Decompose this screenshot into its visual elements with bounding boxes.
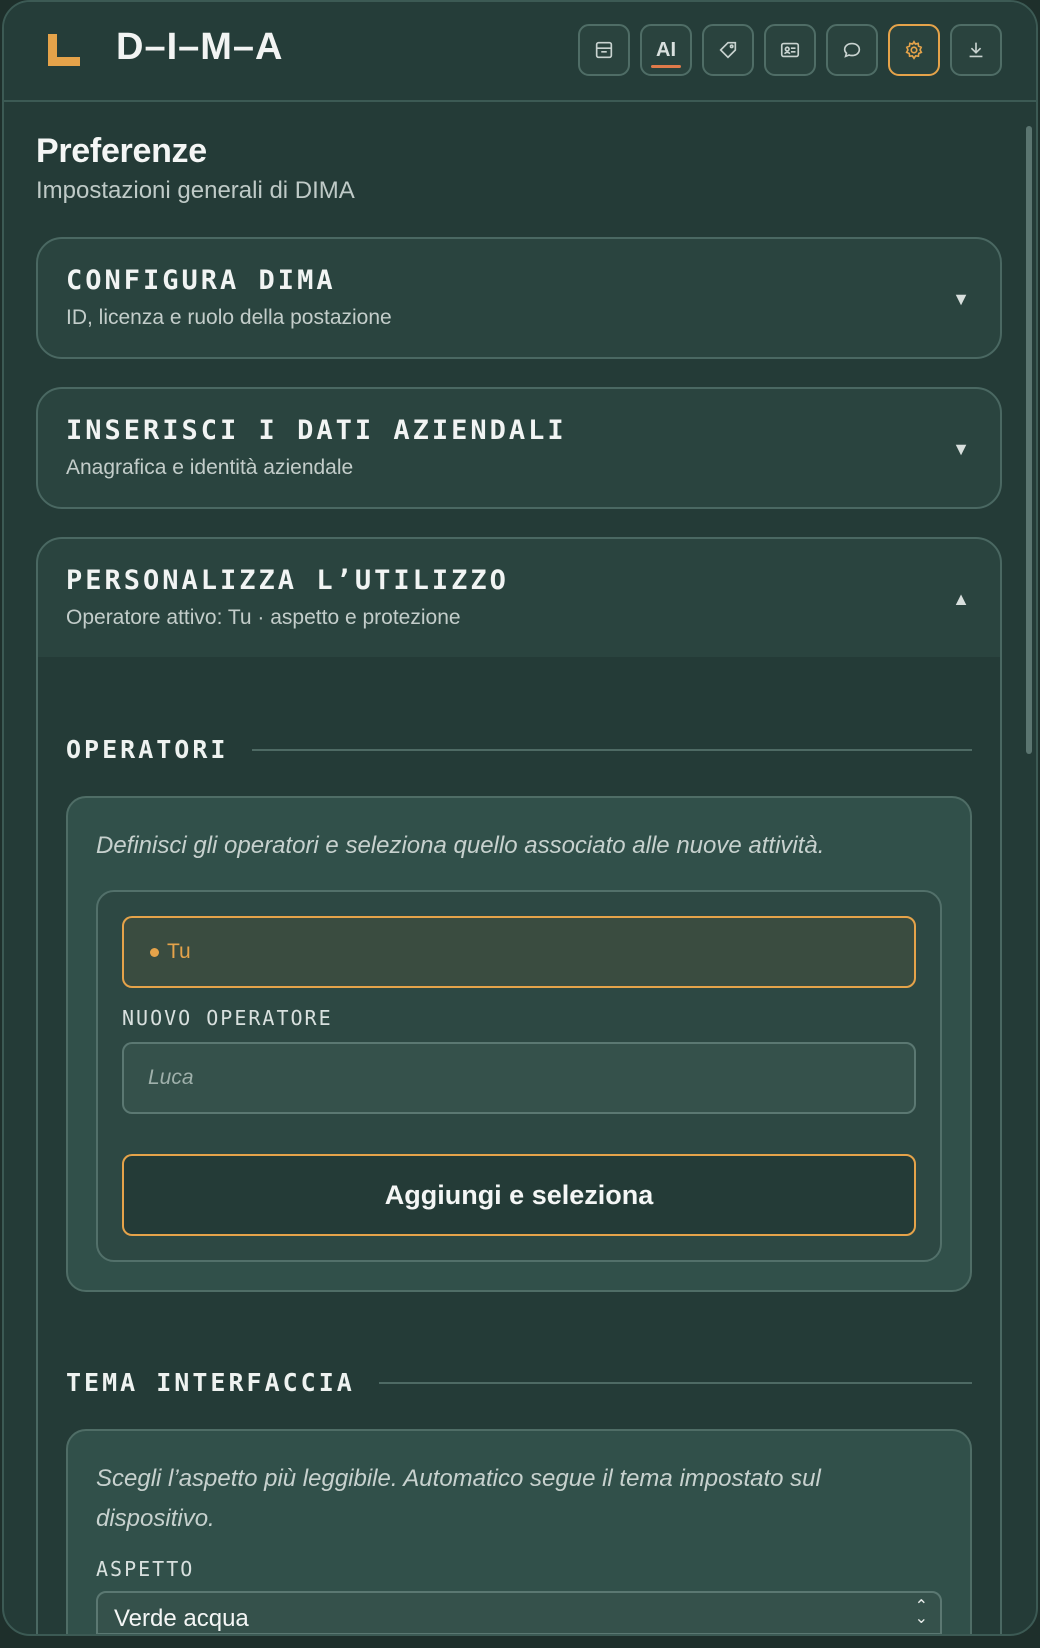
accordion-header-configura[interactable]: CONFIGURA DIMA ID, licenza e ruolo della… <box>38 239 1000 357</box>
accordion-configura: CONFIGURA DIMA ID, licenza e ruolo della… <box>36 237 1002 359</box>
app-title: D–I–M–A <box>116 26 284 68</box>
new-operator-input[interactable] <box>122 1042 916 1114</box>
divider <box>252 748 972 751</box>
ai-active-indicator <box>651 65 681 68</box>
accordion-dati-aziendali: INSERISCI I DATI AZIENDALI Anagrafica e … <box>36 387 1002 509</box>
id-card-button[interactable] <box>764 24 816 76</box>
aspect-value: Verde acqua <box>114 1605 249 1632</box>
download-button[interactable] <box>950 24 1002 76</box>
chat-button[interactable] <box>826 24 878 76</box>
caret-down-icon: ▼ <box>952 439 970 459</box>
section-title: OPERATORI <box>66 735 229 764</box>
id-card-icon <box>780 42 800 58</box>
section-header-tema: TEMA INTERFACCIA <box>66 1292 972 1397</box>
accordion-subtitle: Operatore attivo: Tu · aspetto e protezi… <box>66 606 461 629</box>
page-subtitle: Impostazioni generali di DIMA <box>36 177 355 204</box>
select-chevron-icon: ⌃ ⌄ <box>914 1598 928 1627</box>
tema-note: Scegli l’aspetto più leggibile. Automati… <box>96 1465 821 1532</box>
new-operator-label: NUOVO OPERATORE <box>122 1006 333 1030</box>
archive-button[interactable] <box>578 24 630 76</box>
ai-icon: AI <box>656 38 676 61</box>
download-icon <box>969 42 983 58</box>
main-content: Preferenze Impostazioni generali di DIMA… <box>36 102 1002 1634</box>
operator-name: Tu <box>167 940 191 963</box>
accordion-title: INSERISCI I DATI AZIENDALI <box>66 415 567 446</box>
operatori-panel: Tu NUOVO OPERATORE Aggiungi e seleziona <box>96 890 942 1262</box>
divider <box>378 1381 972 1384</box>
accordion-personalizza: PERSONALIZZA L’UTILIZZO Operatore attivo… <box>36 537 1002 1634</box>
gear-icon <box>905 40 923 60</box>
aspect-label: ASPETTO <box>96 1557 195 1581</box>
caret-up-icon: ▲ <box>952 589 970 609</box>
section-title: TEMA INTERFACCIA <box>66 1368 355 1397</box>
caret-down-icon: ▼ <box>952 289 970 309</box>
active-dot-icon <box>150 947 159 957</box>
accordion-subtitle: Anagrafica e identità aziendale <box>66 456 354 479</box>
aspect-select[interactable]: Verde acqua ⌃ ⌄ <box>96 1591 942 1634</box>
toolbar: AI <box>578 24 1002 76</box>
accordion-body-personalizza: OPERATORI Definisci gli operatori e sele… <box>38 657 1000 1634</box>
accordion-title: PERSONALIZZA L’UTILIZZO <box>66 565 509 596</box>
archive-icon <box>595 41 613 59</box>
operatori-note: Definisci gli operatori e seleziona quel… <box>96 832 825 859</box>
operatori-card: Definisci gli operatori e seleziona quel… <box>66 796 972 1292</box>
accordion-header-personalizza[interactable]: PERSONALIZZA L’UTILIZZO Operatore attivo… <box>38 539 1000 657</box>
logo-icon <box>48 34 80 66</box>
operator-item-active[interactable]: Tu <box>122 916 916 988</box>
chat-icon <box>843 42 861 58</box>
accordion-header-dati-aziendali[interactable]: INSERISCI I DATI AZIENDALI Anagrafica e … <box>38 389 1000 507</box>
tag-button[interactable] <box>702 24 754 76</box>
add-and-select-button[interactable]: Aggiungi e seleziona <box>122 1154 916 1236</box>
tag-icon <box>719 41 737 59</box>
top-bar: D–I–M–A AI <box>4 2 1036 102</box>
ai-button[interactable]: AI <box>640 24 692 76</box>
settings-button[interactable] <box>888 24 940 76</box>
accordion-subtitle: ID, licenza e ruolo della postazione <box>66 306 392 329</box>
page-title: Preferenze <box>36 132 207 170</box>
scrollbar[interactable] <box>1026 126 1032 754</box>
tema-card: Scegli l’aspetto più leggibile. Automati… <box>66 1429 972 1634</box>
accordion-title: CONFIGURA DIMA <box>66 265 336 296</box>
section-header-operatori: OPERATORI <box>66 657 972 764</box>
app-window: D–I–M–A AI Preferenze Impostazioni gener… <box>2 0 1038 1636</box>
